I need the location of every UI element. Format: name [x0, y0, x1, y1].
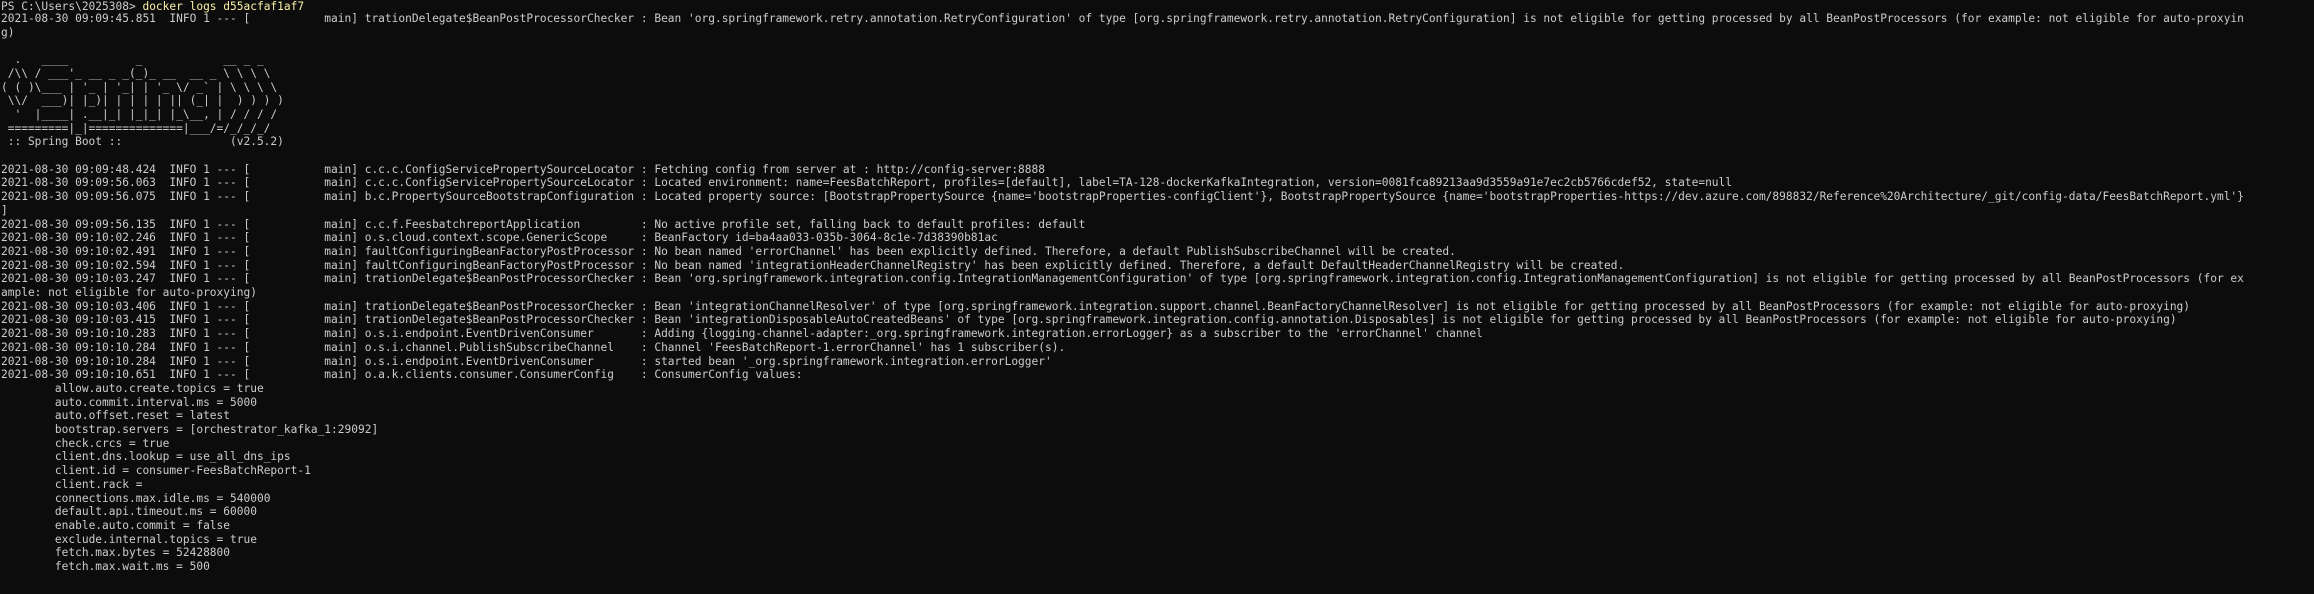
terminal-window[interactable]: PS C:\Users\2025308> docker logs d55acfa…	[0, 0, 2314, 594]
log-line: check.crcs = true	[1, 436, 170, 450]
log-line: 2021-08-30 09:10:10.284 INFO 1 --- [ mai…	[1, 354, 1052, 368]
log-line: 2021-08-30 09:10:03.406 INFO 1 --- [ mai…	[1, 299, 2191, 313]
log-line: :: Spring Boot :: (v2.5.2)	[1, 135, 284, 149]
log-line: connections.max.idle.ms = 540000	[1, 491, 271, 505]
log-line: ( ( )\___ | '_ | '_| | '_ \/ _` | \ \ \ …	[1, 80, 278, 94]
log-line: 2021-08-30 09:10:03.247 INFO 1 --- [ mai…	[1, 272, 2244, 286]
log-line: 2021-08-30 09:10:02.491 INFO 1 --- [ mai…	[1, 244, 1456, 258]
log-line: auto.commit.interval.ms = 5000	[1, 395, 257, 409]
log-line: 2021-08-30 09:10:03.415 INFO 1 --- [ mai…	[1, 313, 2177, 327]
log-line: 2021-08-30 09:09:56.135 INFO 1 --- [ mai…	[1, 217, 1086, 231]
log-line: 2021-08-30 09:09:48.424 INFO 1 --- [ mai…	[1, 162, 1045, 176]
log-line: g)	[1, 25, 15, 39]
log-line: bootstrap.servers = [orchestrator_kafka_…	[1, 423, 379, 436]
log-line: client.rack =	[1, 477, 150, 491]
log-line: 2021-08-30 09:09:56.075 INFO 1 --- [ mai…	[1, 190, 2244, 204]
log-line: client.dns.lookup = use_all_dns_ips	[1, 450, 291, 464]
log-line: 2021-08-30 09:10:02.594 INFO 1 --- [ mai…	[1, 258, 1625, 272]
log-line: default.api.timeout.ms = 60000	[1, 505, 257, 519]
log-line: \\/ ___)| |_)| | | | | || (_| | ) ) ) )	[1, 94, 284, 108]
log-line: exclude.internal.topics = true	[1, 532, 257, 546]
log-line: 2021-08-30 09:09:56.063 INFO 1 --- [ mai…	[1, 176, 1733, 190]
log-line: ]	[1, 203, 8, 217]
log-line: fetch.max.wait.ms = 500	[1, 560, 210, 573]
log-line: enable.auto.commit = false	[1, 518, 231, 532]
log-line: fetch.max.bytes = 52428800	[1, 546, 231, 560]
log-line: 2021-08-30 09:10:10.651 INFO 1 --- [ mai…	[1, 368, 810, 382]
log-line: allow.auto.create.topics = true	[1, 381, 264, 395]
log-line: ' |____| .__|_| |_|_| |_\__, | / / / /	[1, 107, 278, 121]
log-line: . ____ _ __ _ _	[1, 53, 264, 67]
log-line: 2021-08-30 09:09:45.851 INFO 1 --- [ mai…	[1, 12, 2244, 25]
log-line: =========|_|==============|___/=/_/_/_/	[1, 121, 271, 135]
log-line: client.id = consumer-FeesBatchReport-1	[1, 464, 311, 478]
log-line: 2021-08-30 09:10:10.284 INFO 1 --- [ mai…	[1, 340, 1066, 354]
log-line: /\\ / ___'_ __ _ _(_)_ __ __ _ \ \ \ \	[1, 66, 271, 80]
log-line: ample: not eligible for auto-proxying)	[1, 286, 257, 299]
log-line: 2021-08-30 09:10:02.246 INFO 1 --- [ mai…	[1, 231, 998, 245]
log-line: auto.offset.reset = latest	[1, 409, 231, 423]
log-line: 2021-08-30 09:10:10.283 INFO 1 --- [ mai…	[1, 327, 1483, 341]
